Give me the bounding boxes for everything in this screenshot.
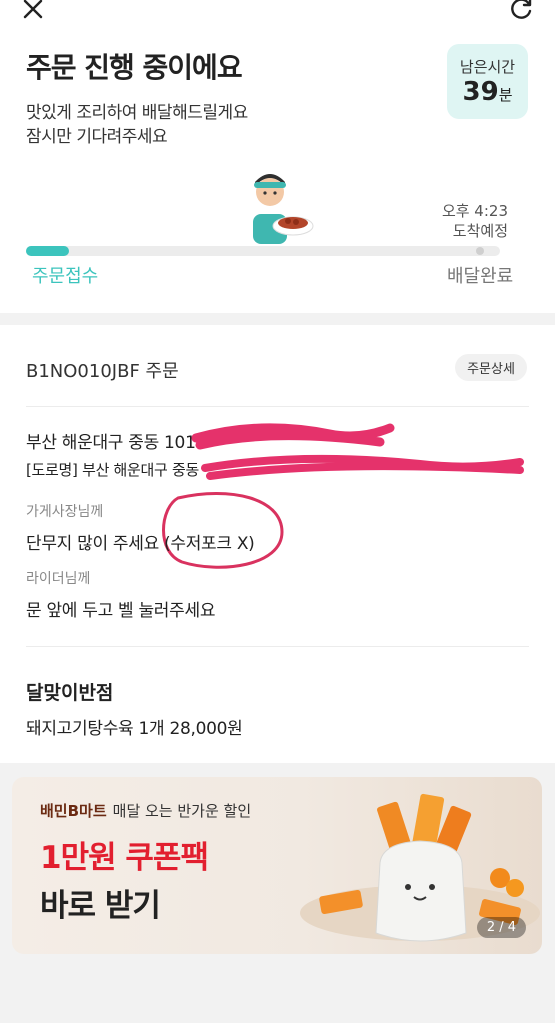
store-owner-request: 단무지 많이 주세요 (수저포크 X) bbox=[26, 534, 255, 554]
promo-banner[interactable]: 배민B마트 매달 오는 반가운 할인 1만원 쿠폰팩 바로 받기 2 / 4 bbox=[12, 777, 542, 954]
divider bbox=[26, 646, 529, 647]
banner-subheadline: 바로 받기 bbox=[40, 888, 161, 924]
banner-headline: 1만원 쿠폰팩 bbox=[40, 840, 209, 876]
rider-request: 문 앞에 두고 벨 눌러주세요 bbox=[26, 601, 216, 621]
order-item: 돼지고기탕수육 1개 28,000원 bbox=[26, 719, 243, 739]
store-owner-label: 가게사장님께 bbox=[26, 504, 104, 520]
banner-pager: 2 / 4 bbox=[476, 917, 526, 938]
banner-brand: 배민B마트 매달 오는 반가운 할인 bbox=[40, 802, 252, 820]
rider-label: 라이더님께 bbox=[26, 571, 91, 587]
store-name: 달맞이반점 bbox=[26, 682, 114, 704]
redaction-scribble bbox=[162, 423, 524, 569]
